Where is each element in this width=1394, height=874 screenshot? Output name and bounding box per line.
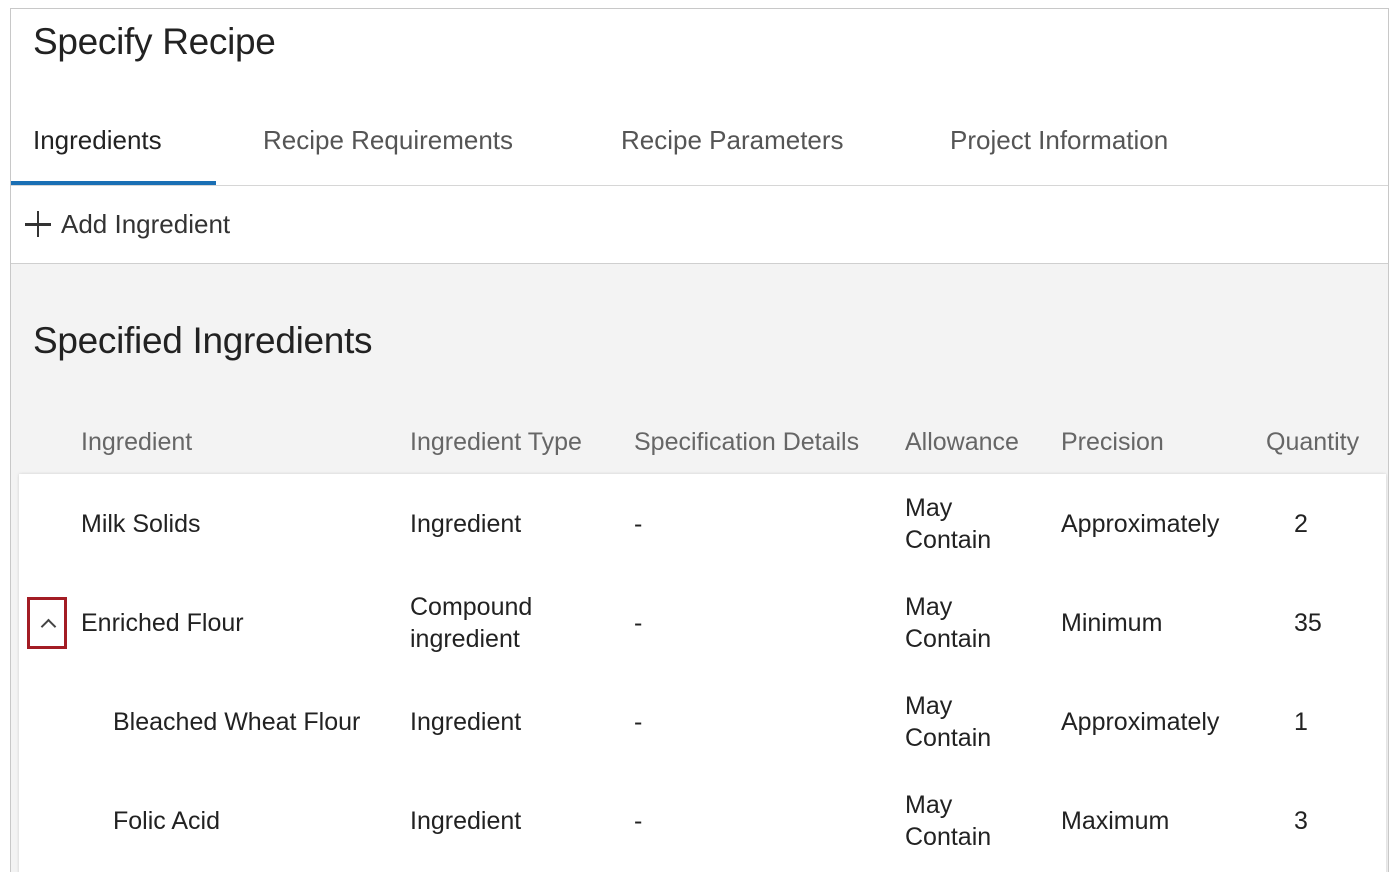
specification-details: -	[634, 509, 643, 538]
plus-icon	[25, 211, 51, 237]
precision: Approximately	[1061, 707, 1220, 736]
allowance: May Contain	[905, 592, 992, 653]
tab-ingredients[interactable]: Ingredients	[33, 115, 162, 185]
ingredient-type: Compound ingredient	[410, 592, 533, 653]
tab-project-information[interactable]: Project Information	[950, 115, 1168, 185]
quantity: 2	[1294, 509, 1308, 538]
specification-details: -	[634, 608, 643, 637]
section-title: Specified Ingredients	[33, 320, 373, 361]
quantity: 35	[1294, 608, 1322, 637]
column-header-quantity: Quantity	[1266, 428, 1360, 456]
precision: Approximately	[1061, 509, 1220, 538]
collapse-row-button[interactable]	[27, 596, 67, 649]
tab-bar: Ingredients Recipe Requirements Recipe P…	[11, 115, 1388, 186]
table-row: Folic Acid Ingredient - May Contain Maxi…	[19, 771, 1386, 870]
tab-recipe-requirements[interactable]: Recipe Requirements	[263, 115, 513, 185]
ingredient-type: Ingredient	[410, 806, 522, 835]
specification-details: -	[634, 806, 643, 835]
quantity: 1	[1294, 707, 1308, 736]
add-ingredient-button[interactable]: Add Ingredient	[25, 204, 230, 244]
table-row: Bleached Wheat Flour Ingredient - May Co…	[19, 672, 1386, 771]
column-header-ingredient-type: Ingredient Type	[410, 428, 582, 456]
recipe-panel: Specify Recipe Ingredients Recipe Requir…	[10, 8, 1389, 872]
ingredient-name: Enriched Flour	[81, 608, 244, 637]
ingredients-table: Milk Solids Ingredient - May Contain App…	[19, 474, 1386, 872]
table-row: Enriched Flour Compound ingredient - May…	[19, 573, 1386, 672]
ingredient-name: Milk Solids	[81, 509, 201, 538]
quantity: 3	[1294, 806, 1308, 835]
column-header-specification-details: Specification Details	[634, 428, 860, 456]
ingredient-type: Ingredient	[410, 509, 522, 538]
column-header-precision: Precision	[1061, 428, 1164, 456]
allowance: May Contain	[905, 493, 992, 554]
column-header-ingredient: Ingredient	[81, 428, 193, 456]
toolbar: Add Ingredient	[11, 186, 1388, 264]
precision: Minimum	[1061, 608, 1163, 637]
ingredient-name: Folic Acid	[113, 806, 220, 835]
tab-recipe-parameters[interactable]: Recipe Parameters	[621, 115, 844, 185]
page-title: Specify Recipe	[33, 21, 276, 62]
allowance: May Contain	[905, 691, 992, 752]
allowance: May Contain	[905, 790, 992, 851]
column-header-allowance: Allowance	[905, 428, 1019, 456]
precision: Maximum	[1061, 806, 1170, 835]
ingredient-name: Bleached Wheat Flour	[113, 707, 361, 736]
table-row: Milk Solids Ingredient - May Contain App…	[19, 474, 1386, 573]
add-ingredient-label: Add Ingredient	[61, 208, 231, 239]
specified-ingredients-section: Specified Ingredients Ingredient Ingredi…	[11, 264, 1388, 872]
specification-details: -	[634, 707, 643, 736]
active-tab-indicator	[11, 181, 216, 185]
ingredient-type: Ingredient	[410, 707, 522, 736]
chevron-up-icon	[40, 618, 57, 634]
